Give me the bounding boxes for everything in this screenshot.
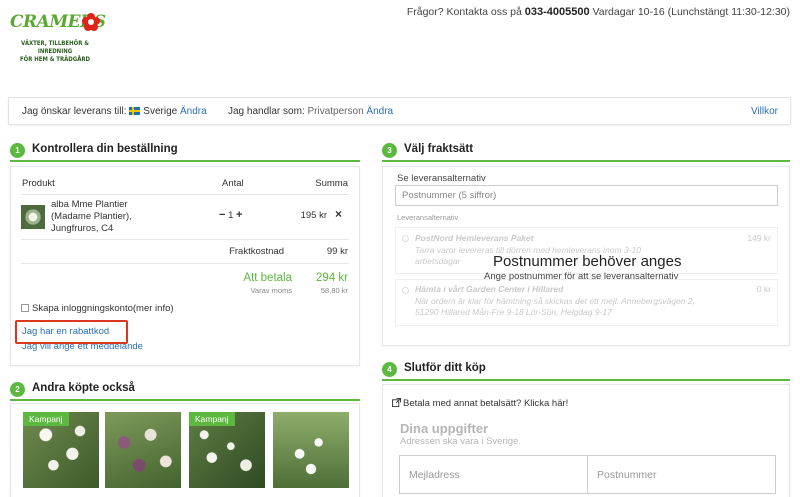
campaign-badge: Kampanj	[23, 412, 69, 426]
email-postcode-fields: Mejladress Postnummer	[399, 455, 776, 494]
your-details-title: Dina uppgifter	[400, 421, 489, 436]
option-desc-line1: När ordern är klar för hämtning så skick…	[415, 296, 695, 306]
delivery-country-label: Jag önskar leverans till:	[22, 106, 127, 117]
others-section-header: 2 Andra köpte också	[10, 377, 360, 401]
vat-label: Varav moms	[250, 286, 292, 295]
highlight-box	[15, 320, 128, 344]
external-link-icon	[392, 398, 401, 407]
step-number: 2	[10, 382, 25, 397]
column-header-quantity: Antal	[222, 178, 244, 189]
shipping-cost-value: 99 kr	[326, 246, 348, 257]
change-country-link[interactable]: Ändra	[180, 106, 207, 117]
postcode-required-message: Ange postnummer för att se leveransalter…	[484, 271, 679, 282]
vat-value: 58,80 kr	[320, 286, 348, 295]
shipping-panel: Se leveransalternativ Postnummer (5 siff…	[382, 166, 790, 346]
product-name-line3: Jungfruros, C4	[51, 223, 114, 234]
shipping-section-header: 3 Välj fraktsätt	[382, 138, 790, 162]
cramers-logo[interactable]: CRAMERS VÄXTER, TILLBEHÖR & INREDNING FÖ…	[10, 10, 106, 65]
quantity-stepper: − 1 +	[219, 209, 242, 221]
others-section-title: Andra köpte också	[32, 382, 135, 394]
product-name[interactable]: alba Mme Plantier (Madame Plantier), Jun…	[51, 199, 132, 235]
step-number: 1	[10, 143, 25, 158]
create-account-checkbox[interactable]	[21, 304, 29, 312]
logo-tagline-line2: FÖR HEM & TRÄDGÅRD	[19, 56, 91, 63]
order-panel: Produkt Antal Summa alba Mme Plantier (M…	[10, 166, 360, 366]
flower-icon	[82, 13, 100, 31]
increase-quantity-button[interactable]: +	[236, 209, 242, 221]
change-customer-type-link[interactable]: Ändra	[366, 106, 393, 117]
divider	[21, 263, 349, 264]
column-header-sum: Summa	[315, 178, 348, 189]
option-name: PostNord Hemleverans Paket	[415, 233, 534, 243]
quantity-value[interactable]: 1	[228, 210, 233, 221]
shipping-cost-label: Fraktkostnad	[229, 246, 284, 257]
divider	[21, 239, 349, 240]
contact-info: Frågor? Kontakta oss på 033-4005500 Vard…	[407, 6, 790, 18]
others-panel: Kampanj Kampanj	[10, 403, 360, 497]
customer-type-setting: Jag handlar som: Privatperson Ändra	[228, 106, 393, 117]
more-info-link[interactable]: (mer info)	[133, 303, 174, 314]
delivery-option-radio[interactable]	[402, 287, 409, 294]
checkout-postcode-field[interactable]: Postnummer	[588, 456, 775, 493]
divider	[21, 194, 349, 195]
create-account-option[interactable]: Skapa inloggningskonto(mer info)	[21, 303, 174, 314]
site-header: CRAMERS VÄXTER, TILLBEHÖR & INREDNING FÖ…	[0, 0, 800, 90]
checkout-section-title: Slutför ditt köp	[404, 362, 486, 374]
logo-tagline-line1: VÄXTER, TILLBEHÖR & INREDNING	[21, 40, 89, 55]
step-number: 3	[382, 143, 397, 158]
order-section-header: 1 Kontrollera din beställning	[10, 138, 360, 162]
contact-prefix: Frågor? Kontakta oss på	[406, 6, 522, 18]
terms-link[interactable]: Villkor	[751, 106, 778, 117]
logo-tagline: VÄXTER, TILLBEHÖR & INREDNING FÖR HEM & …	[10, 40, 100, 64]
campaign-badge: Kampanj	[189, 412, 235, 426]
option-price: 0 kr	[756, 284, 771, 294]
other-payment-text: Betala med annat betalsätt? Klicka här!	[403, 398, 569, 409]
product-thumbnail[interactable]	[21, 205, 45, 229]
product-name-line1: alba Mme Plantier	[51, 199, 128, 210]
item-price: 195 kr	[300, 210, 327, 221]
options-label: Leveransalternativ	[397, 213, 459, 222]
checkout-section-header: 4 Slutför ditt köp	[382, 357, 790, 381]
delivery-country-setting: Jag önskar leverans till: Sverige Ändra	[22, 106, 207, 117]
shipping-section-title: Välj fraktsätt	[404, 143, 474, 155]
step-number: 4	[382, 362, 397, 377]
other-payment-link[interactable]: Betala med annat betalsätt? Klicka här!	[392, 398, 568, 409]
decrease-quantity-button[interactable]: −	[219, 209, 225, 221]
customer-type-value: Privatperson	[307, 106, 364, 117]
customer-type-label: Jag handlar som:	[228, 106, 305, 117]
product-image[interactable]: Kampanj	[189, 412, 265, 488]
postcode-input[interactable]: Postnummer (5 siffror)	[395, 185, 778, 206]
total-value: 294 kr	[316, 272, 348, 284]
delivery-option-radio[interactable]	[402, 235, 409, 242]
delivery-country-value: Sverige	[143, 106, 178, 117]
opening-hours: Vardagar 10-16 (Lunchstängt 11:30-12:30)	[592, 6, 791, 18]
see-options-label: Se leveransalternativ	[397, 173, 486, 184]
create-account-label: Skapa inloggningskonto	[32, 303, 133, 314]
option-price: 149 kr	[747, 233, 771, 243]
option-desc-line2: 51290 Hillared Mån-Fre 9-18 Lör-Sön, Hel…	[415, 307, 612, 317]
product-image[interactable]	[273, 412, 349, 488]
column-header-product: Produkt	[22, 178, 55, 189]
product-image[interactable]	[105, 412, 181, 488]
your-details-subtitle: Adressen ska vara i Sverige.	[400, 436, 521, 447]
email-field[interactable]: Mejladress	[400, 456, 588, 493]
product-name-line2: (Madame Plantier),	[51, 211, 132, 222]
product-image[interactable]: Kampanj	[23, 412, 99, 488]
sweden-flag-icon	[129, 107, 141, 115]
postcode-required-title: Postnummer behöver anges	[493, 253, 682, 270]
order-section-title: Kontrollera din beställning	[32, 143, 178, 155]
option-desc-line2: arbetsdagar	[415, 256, 461, 266]
remove-item-icon[interactable]: ×	[335, 207, 342, 221]
phone-number[interactable]: 033-4005500	[525, 6, 590, 18]
checkout-panel: Betala med annat betalsätt? Klicka här! …	[382, 384, 790, 497]
delivery-settings-bar: Jag önskar leverans till: Sverige Ändra …	[8, 97, 791, 125]
total-label: Att betala	[243, 272, 292, 284]
option-name: Hämta i vårt Garden Center i Hillared	[415, 284, 564, 294]
